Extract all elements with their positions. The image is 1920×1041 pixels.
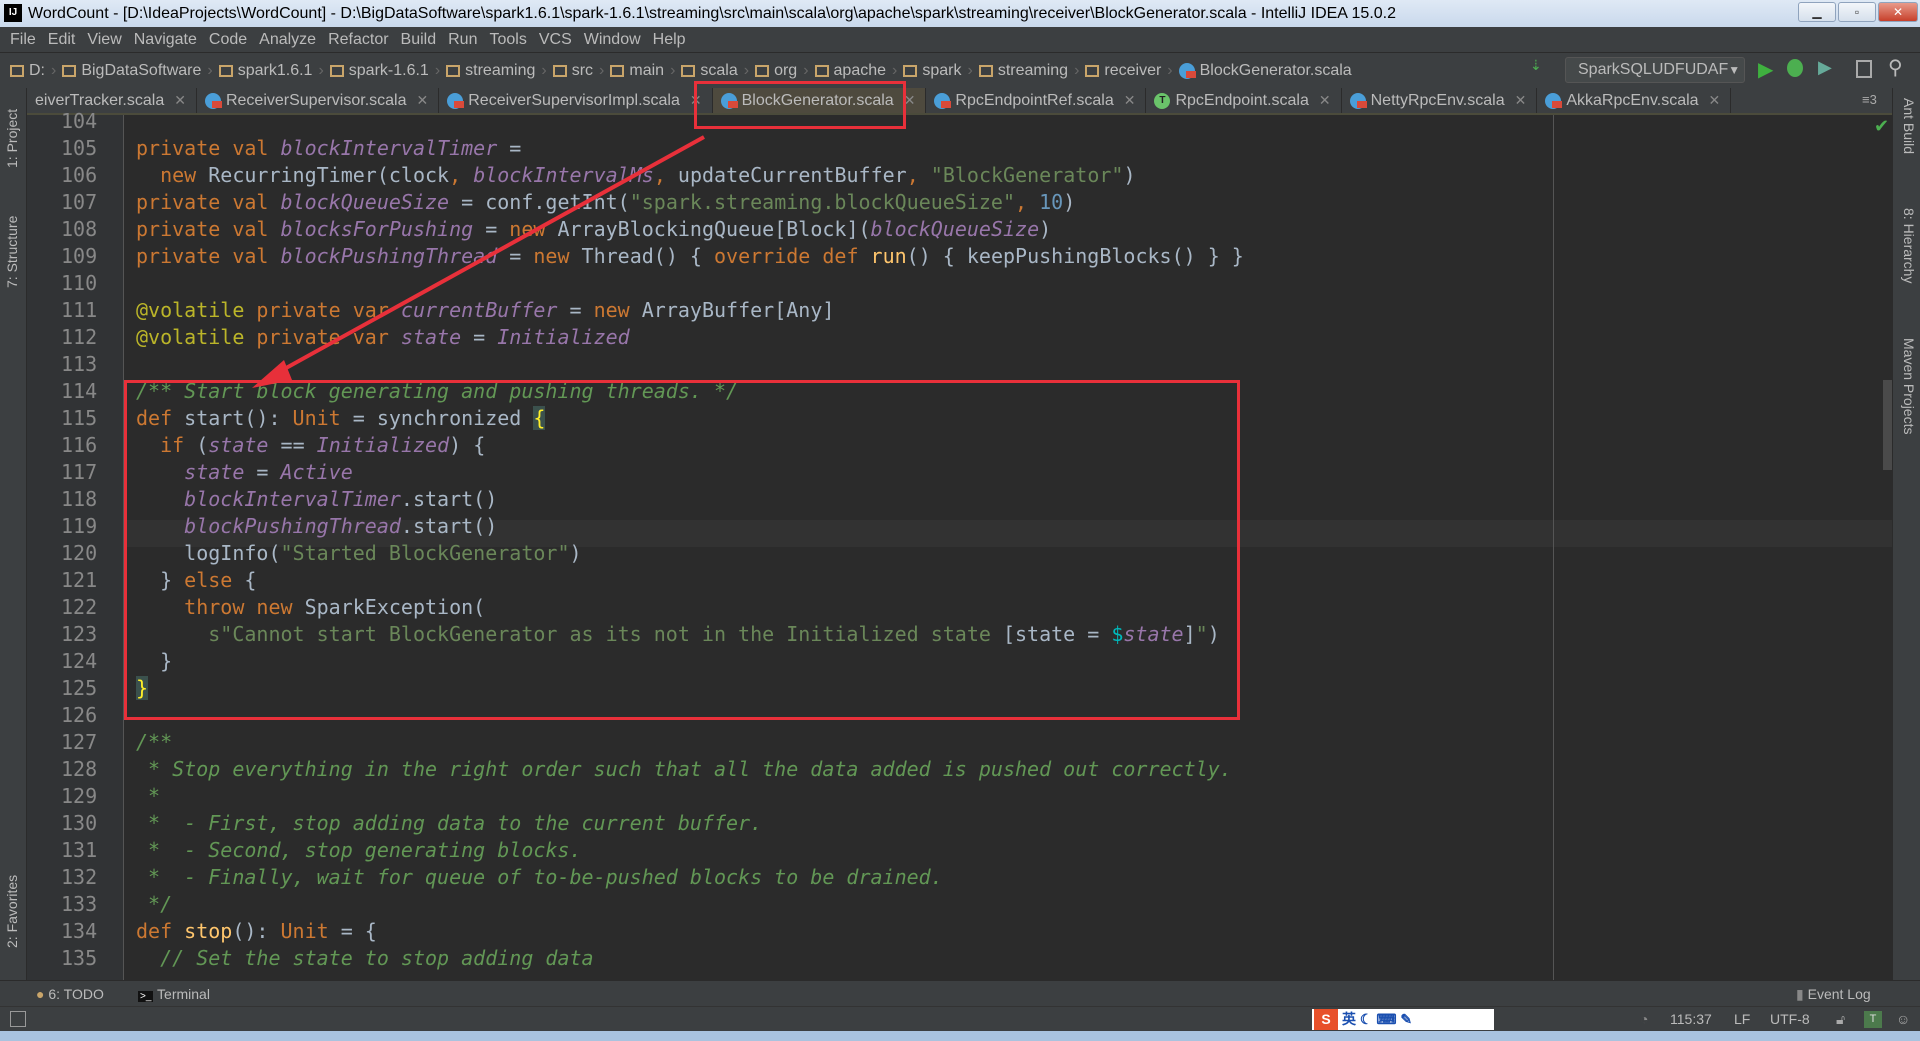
memory-indicator-icon: ◔: [1640, 1011, 1649, 1027]
arrow-head: [252, 360, 292, 388]
tool-event-log[interactable]: ▮ Event Log: [1796, 981, 1871, 1007]
tool-todo[interactable]: ● 6: TODO: [36, 981, 104, 1007]
annotation-arrow: [252, 135, 705, 388]
line-separator[interactable]: LF: [1734, 1007, 1750, 1032]
lock-icon[interactable]: 🔓︎: [1836, 1007, 1845, 1032]
terminal-label: Terminal: [157, 986, 210, 1002]
ime-toolbar[interactable]: S英 ☾ ⌨ ✎: [1312, 1009, 1494, 1030]
status-bar: S英 ☾ ⌨ ✎ ◔ 115:37 LF UTF-8 🔓︎ T ☺: [0, 1006, 1920, 1031]
sogou-icon: S: [1314, 1009, 1338, 1030]
terminal-icon: >_: [138, 991, 154, 1002]
inspection-level-icon[interactable]: T: [1864, 1011, 1882, 1028]
event-log-icon: ▮: [1796, 986, 1804, 1002]
toggle-tool-windows-icon[interactable]: [10, 1011, 26, 1027]
ime-mode: 英: [1342, 1011, 1356, 1027]
bottom-tool-bar: ● 6: TODO >_ Terminal ▮ Event Log: [0, 980, 1920, 1006]
file-encoding[interactable]: UTF-8: [1770, 1007, 1810, 1032]
todo-icon: ●: [36, 986, 45, 1002]
event-log-label: Event Log: [1807, 986, 1871, 1002]
todo-label: 6: TODO: [48, 986, 104, 1002]
event-notification-icon[interactable]: ☺: [1896, 1007, 1910, 1032]
os-taskbar: [0, 1031, 1920, 1041]
caret-position[interactable]: 115:37: [1670, 1007, 1712, 1032]
arrow-line: [267, 135, 705, 380]
